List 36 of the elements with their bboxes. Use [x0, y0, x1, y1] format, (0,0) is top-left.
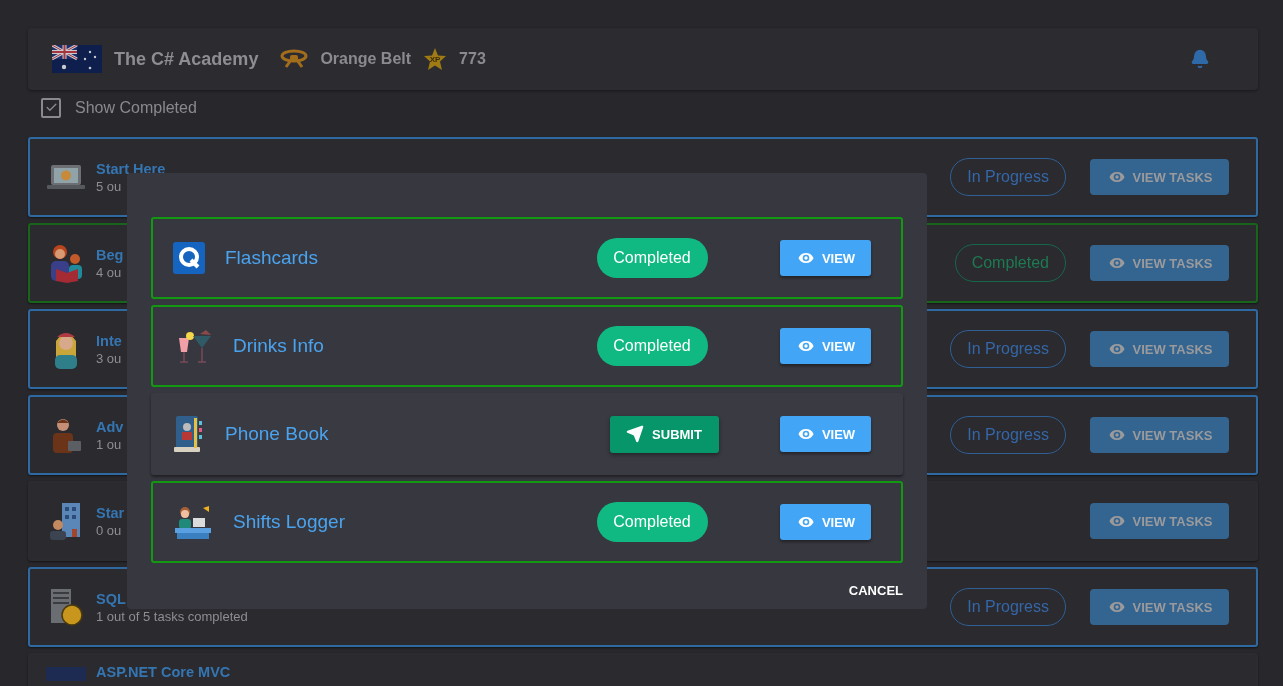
project-name[interactable]: Phone Book: [225, 423, 572, 445]
xp-star-icon: XP: [423, 47, 448, 71]
completed-chip: Completed: [596, 238, 708, 278]
show-completed-label: Show Completed: [75, 98, 197, 117]
submit-button[interactable]: SUBMIT: [609, 415, 719, 453]
view-tasks-button[interactable]: VIEW TASKS: [1090, 331, 1229, 367]
course-progress: 3 ou: [96, 350, 122, 366]
course-progress: 1 ou: [96, 436, 122, 452]
completed-chip: Completed: [596, 326, 708, 366]
project-name[interactable]: Flashcards: [225, 247, 572, 269]
course-title[interactable]: SQL: [96, 590, 126, 607]
view-button[interactable]: VIEW: [780, 416, 871, 452]
course-progress: 4 ou: [96, 264, 122, 280]
view-button[interactable]: VIEW: [780, 328, 871, 364]
cancel-button[interactable]: CANCEL: [840, 579, 911, 602]
view-button[interactable]: VIEW: [780, 504, 871, 540]
course-progress: 0 ou: [96, 522, 122, 538]
course-progress: 1 out of 5 tasks completed: [96, 608, 248, 624]
course-title[interactable]: Beg: [96, 246, 124, 263]
view-tasks-button[interactable]: VIEW TASKS: [1090, 417, 1229, 453]
course-title[interactable]: ASP.NET Core MVC: [96, 664, 231, 680]
view-tasks-button[interactable]: VIEW TASKS: [1090, 503, 1229, 539]
app-title: The C# Academy: [114, 48, 259, 70]
completed-chip: Completed: [596, 502, 708, 542]
course-progress: 5 ou: [96, 178, 122, 194]
xp-points: 773: [459, 50, 486, 68]
course-title[interactable]: Star: [96, 504, 125, 521]
view-tasks-button[interactable]: VIEW TASKS: [1090, 589, 1229, 625]
view-button[interactable]: VIEW: [780, 240, 871, 276]
course-title[interactable]: Adv: [96, 418, 124, 435]
project-name[interactable]: Drinks Info: [233, 335, 572, 357]
project-name[interactable]: Shifts Logger: [233, 511, 572, 533]
belt-rank: Orange Belt: [320, 50, 412, 68]
view-tasks-button[interactable]: VIEW TASKS: [1090, 159, 1229, 195]
course-title[interactable]: Inte: [96, 332, 122, 349]
view-tasks-button[interactable]: VIEW TASKS: [1090, 245, 1229, 281]
